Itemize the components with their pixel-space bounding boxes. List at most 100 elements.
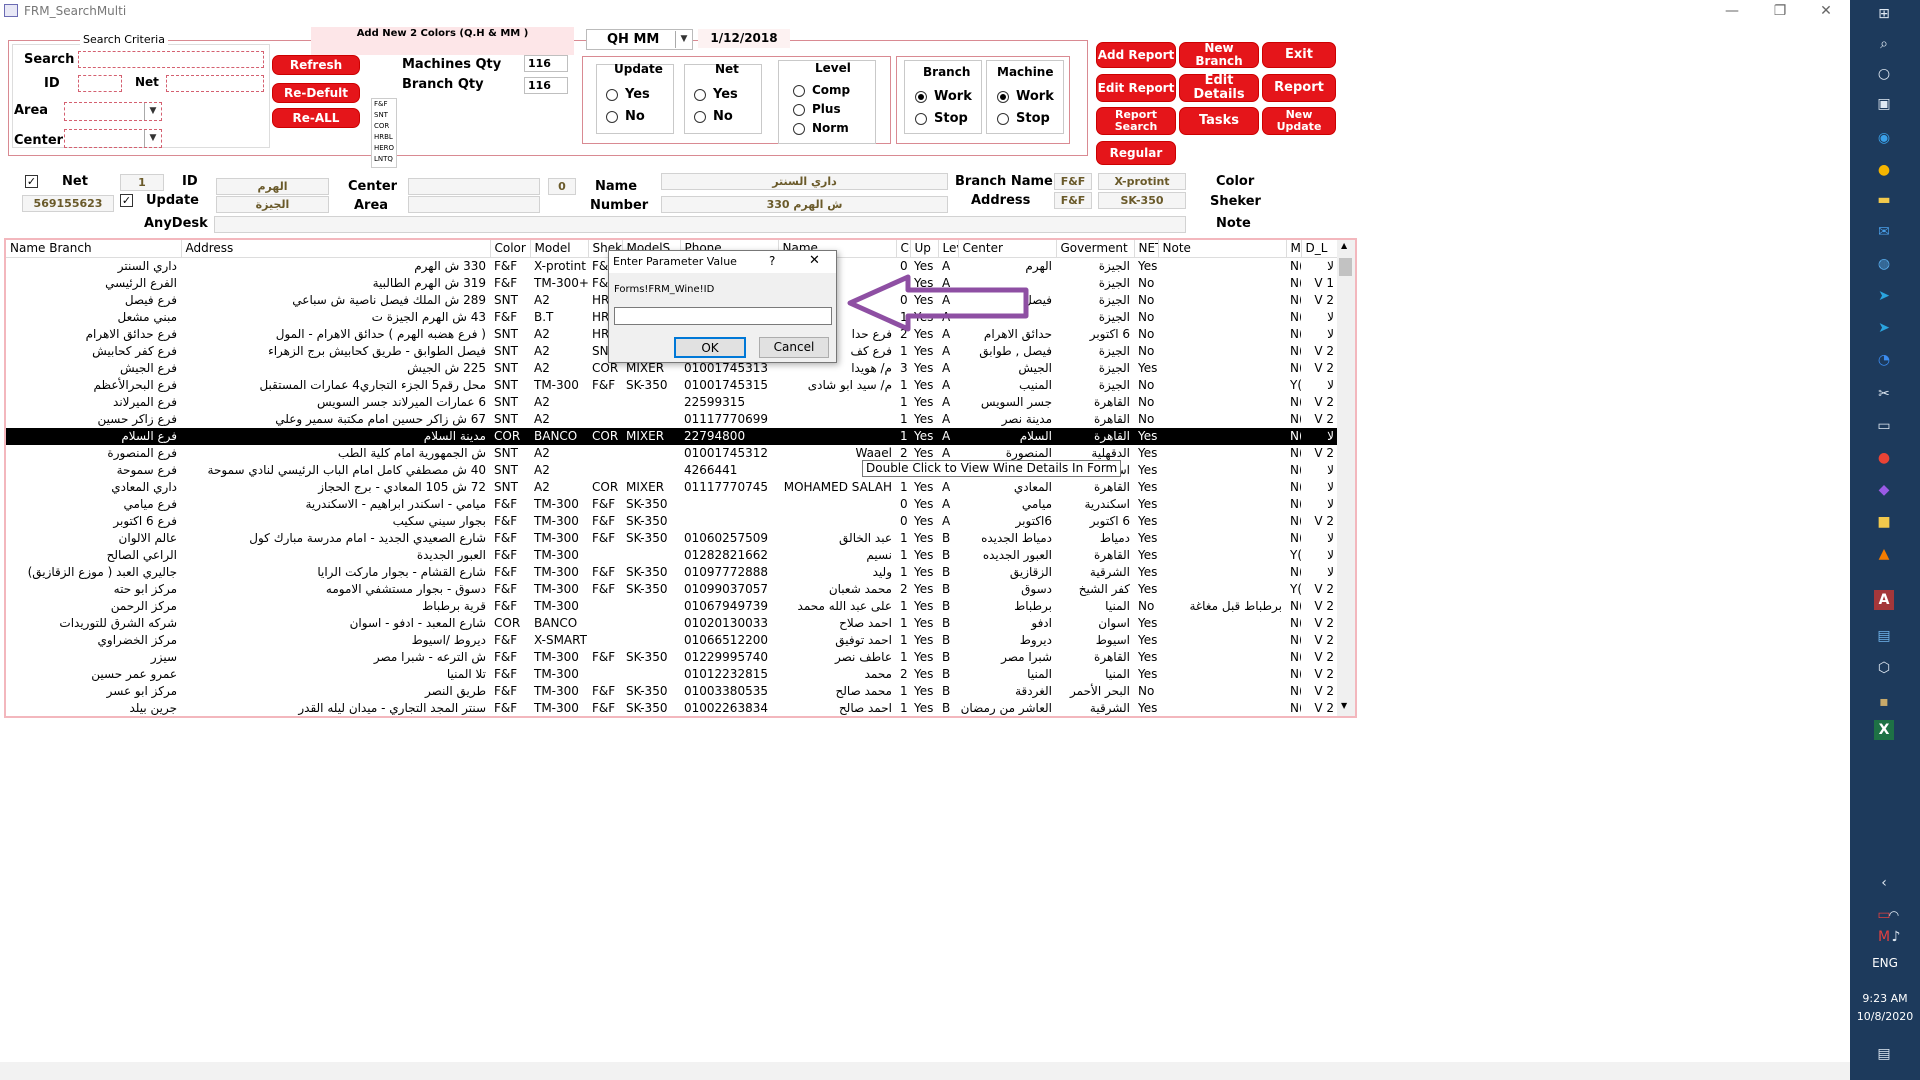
chevron-down-icon[interactable]: ▼ — [144, 130, 161, 147]
table-cell[interactable]: Yes — [910, 700, 938, 717]
table-cell[interactable]: مبني مشعل — [6, 309, 181, 326]
table-cell[interactable] — [1158, 496, 1286, 513]
table-cell[interactable]: COR — [588, 479, 622, 496]
table-cell[interactable]: بجوار سيني سكيب — [181, 513, 490, 530]
table-cell[interactable]: SK-350 — [622, 683, 680, 700]
table-cell[interactable]: N( — [1286, 411, 1301, 428]
table-cell[interactable]: فرع المنصورة — [6, 445, 181, 462]
table-cell[interactable] — [1158, 632, 1286, 649]
column-header[interactable]: Note — [1158, 240, 1287, 258]
table-cell[interactable]: ميامي — [958, 496, 1056, 513]
table-cell[interactable]: TM-300 — [530, 666, 588, 683]
area-dropdown[interactable]: ▼ — [64, 102, 162, 121]
scroll-down-icon[interactable]: ▼ — [1341, 701, 1347, 710]
table-cell[interactable]: 43 ش الهرم الجيزة ت — [181, 309, 490, 326]
table-row[interactable]: مركز ابو حته دسوق - بجوار مستشفي الامومه F… — [6, 581, 1338, 598]
table-cell[interactable]: V 2 — [1301, 683, 1338, 700]
table-cell[interactable]: 4266441 — [680, 462, 778, 479]
table-row[interactable]: جاليري العبد ( موزع الزقازيق) شارع القشام… — [6, 564, 1338, 581]
visual-studio-icon[interactable]: ◆ — [1874, 480, 1894, 500]
table-cell[interactable]: SK-350 — [622, 496, 680, 513]
net-no-option[interactable]: No — [694, 109, 733, 124]
table-cell[interactable]: X-protint — [530, 257, 588, 275]
table-cell[interactable] — [1158, 411, 1286, 428]
table-cell[interactable]: Yes — [910, 394, 938, 411]
cortana-icon[interactable]: ○ — [1874, 64, 1894, 84]
table-cell[interactable]: SNT — [490, 360, 530, 377]
table-cell[interactable]: Yes — [1134, 445, 1158, 462]
table-cell[interactable]: مركز الرحمن — [6, 598, 181, 615]
table-cell[interactable]: المنيب — [958, 377, 1056, 394]
scrollbar-thumb[interactable] — [1339, 258, 1352, 276]
table-cell[interactable]: القاهرة — [1056, 547, 1134, 564]
table-cell[interactable]: F&F — [490, 683, 530, 700]
table-cell[interactable]: برطباط قبل مغاغة — [1158, 598, 1286, 615]
machine-stop-option[interactable]: Stop — [997, 111, 1050, 126]
color-option[interactable]: HERO — [374, 143, 396, 154]
table-cell[interactable]: A2 — [530, 326, 588, 343]
table-cell[interactable]: A — [938, 343, 958, 360]
table-cell[interactable]: Yes — [1134, 615, 1158, 632]
table-cell[interactable]: داري السنتر — [6, 257, 181, 275]
table-cell[interactable]: Yes — [1134, 547, 1158, 564]
table-cell[interactable]: 01020130033 — [680, 615, 778, 632]
table-cell[interactable]: N( — [1286, 530, 1301, 547]
table-cell[interactable]: No — [1134, 683, 1158, 700]
table-row[interactable]: فرع البحرالأعظم محل رقم5 الجزء التجاري4 ع… — [6, 377, 1338, 394]
table-cell[interactable] — [1158, 326, 1286, 343]
table-cell[interactable]: محمد شعبان — [778, 581, 896, 598]
table-cell[interactable]: 1 — [896, 427, 910, 445]
table-cell[interactable] — [1158, 427, 1286, 445]
search-icon[interactable]: ⌕ — [1874, 34, 1894, 54]
column-header[interactable]: Center — [958, 240, 1057, 258]
table-cell[interactable]: A2 — [530, 479, 588, 496]
table-cell[interactable]: 0 — [896, 257, 910, 275]
table-cell[interactable]: 330 ش الهرم — [181, 257, 490, 275]
table-cell[interactable]: Yes — [1134, 632, 1158, 649]
table-cell[interactable]: Yes — [910, 479, 938, 496]
table-cell[interactable]: B — [938, 649, 958, 666]
table-cell[interactable]: N( — [1286, 462, 1301, 479]
table-cell[interactable]: N( — [1286, 598, 1301, 615]
vlc-icon[interactable]: ▲ — [1874, 544, 1894, 564]
table-cell[interactable] — [588, 632, 622, 649]
table-cell[interactable]: TM-300 — [530, 564, 588, 581]
table-cell[interactable]: 0 — [896, 513, 910, 530]
table-cell[interactable]: العبور الجديده — [958, 547, 1056, 564]
table-row[interactable]: فرع 6 اكتوبر بجوار سيني سكيب F&F TM-300 F&F S… — [6, 513, 1338, 530]
table-cell[interactable]: لا — [1301, 257, 1338, 275]
radio-icon[interactable] — [793, 103, 805, 116]
table-cell[interactable]: No — [1134, 275, 1158, 292]
report-button[interactable]: Report — [1262, 74, 1336, 102]
notifications-icon[interactable]: ▤ — [1874, 1044, 1894, 1064]
table-cell[interactable]: الجيزة — [1056, 275, 1134, 292]
table-cell[interactable]: B — [938, 547, 958, 564]
table-cell[interactable]: شركه الشرق للتوريدات — [6, 615, 181, 632]
table-cell[interactable]: الراعي الصالح — [6, 547, 181, 564]
table-cell[interactable]: A2 — [530, 292, 588, 309]
table-cell[interactable]: N( — [1286, 564, 1301, 581]
table-cell[interactable]: Yes — [1134, 666, 1158, 683]
table-cell[interactable]: SNT — [490, 445, 530, 462]
table-cell[interactable]: 6 اكتوبر — [1056, 326, 1134, 343]
table-row[interactable]: داري المعادي 72 ش 105 المعادي - برج الحجا… — [6, 479, 1338, 496]
table-row[interactable]: فرع سموحة 40 ش مصطفي كامل امام الباب الرئ… — [6, 462, 1338, 479]
table-cell[interactable]: V 2 — [1301, 394, 1338, 411]
table-cell[interactable]: Yes — [910, 411, 938, 428]
cancel-button[interactable]: Cancel — [759, 337, 829, 358]
table-cell[interactable]: No — [1134, 309, 1158, 326]
color-option[interactable]: COR — [374, 121, 396, 132]
table-cell[interactable]: القاهرة — [1056, 479, 1134, 496]
column-header[interactable]: Address — [181, 240, 491, 258]
table-cell[interactable]: م/ سيد ابو شادى — [778, 377, 896, 394]
table-cell[interactable]: تلا المنيا — [181, 666, 490, 683]
table-cell[interactable]: القاهرة — [1056, 649, 1134, 666]
table-cell[interactable]: A — [938, 411, 958, 428]
table-cell[interactable]: SK-350 — [622, 530, 680, 547]
table-cell[interactable]: Yes — [910, 564, 938, 581]
table-cell[interactable] — [1158, 309, 1286, 326]
table-cell[interactable]: SK-350 — [622, 649, 680, 666]
table-cell[interactable]: 01001745315 — [680, 377, 778, 394]
table-cell[interactable]: الجيش — [958, 360, 1056, 377]
table-cell[interactable]: SK-350 — [622, 513, 680, 530]
